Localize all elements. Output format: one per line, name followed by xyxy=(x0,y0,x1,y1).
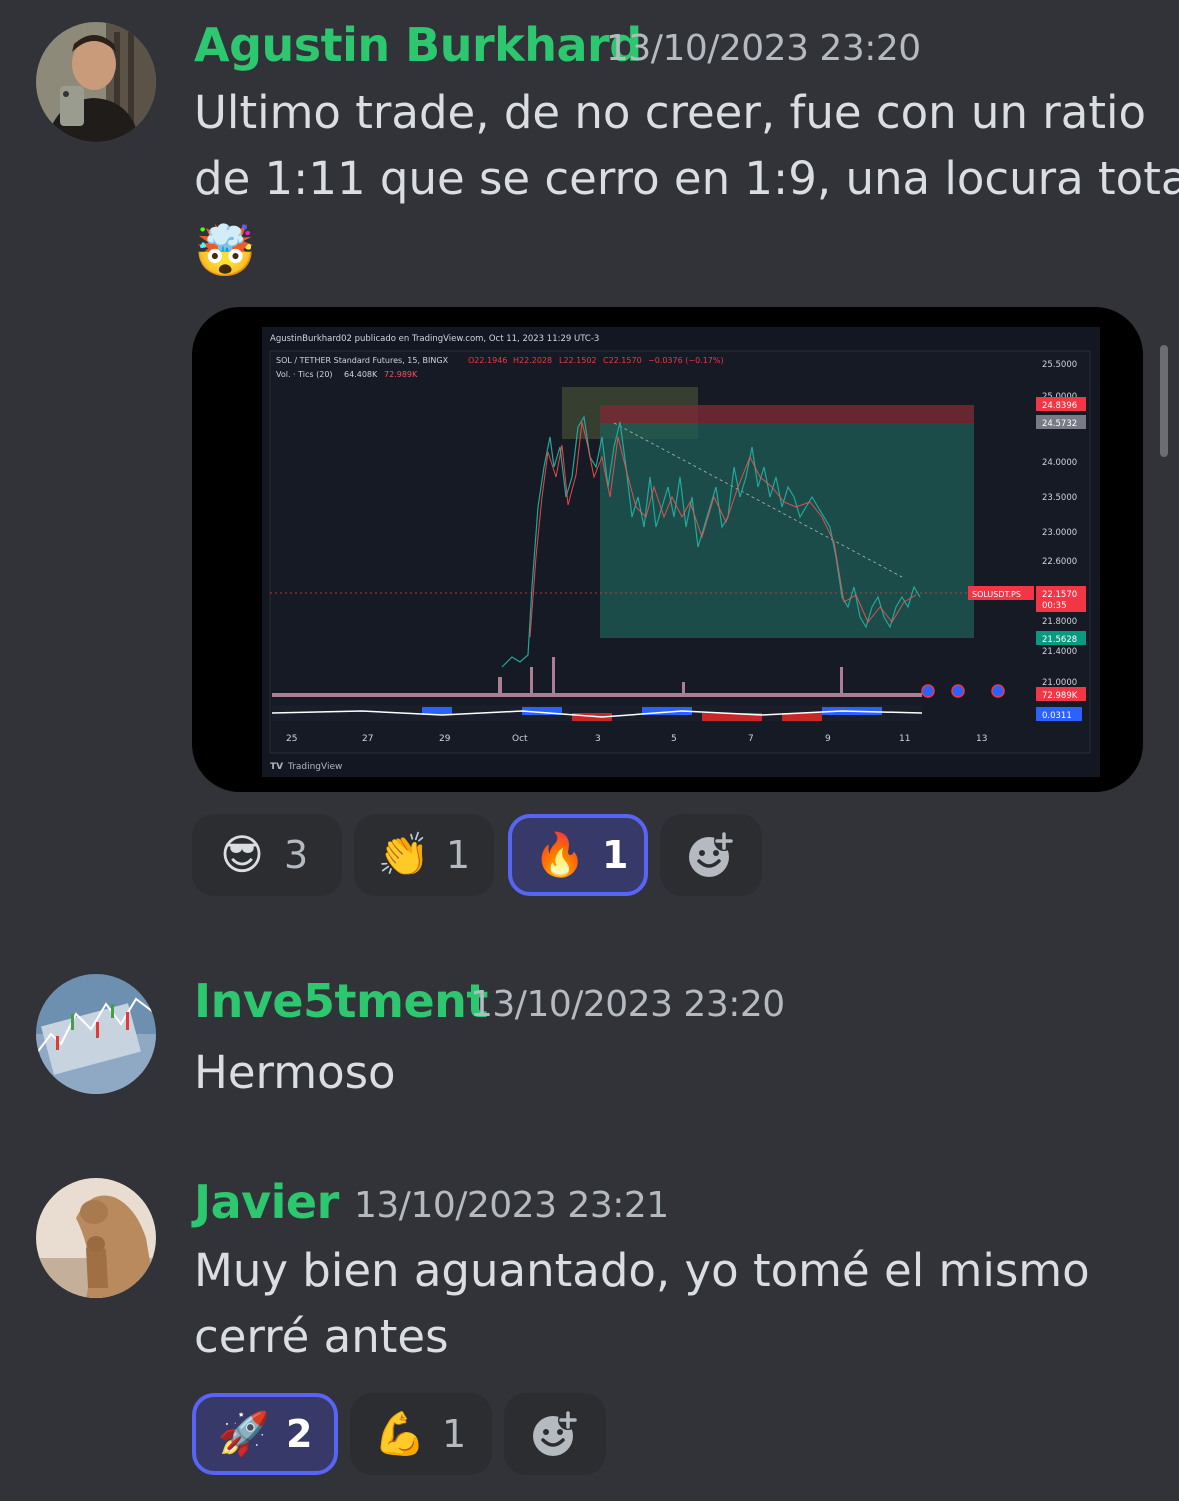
flexed-biceps-emoji: 💪 xyxy=(373,1409,427,1458)
price-tick: 21.0000 xyxy=(1042,678,1077,688)
add-reaction-button[interactable] xyxy=(660,814,762,896)
reaction-fire[interactable]: 🔥 1 xyxy=(508,814,648,896)
indicator-tag: 0.0311 xyxy=(1042,711,1072,721)
timestamp: 13/10/2023 23:20 xyxy=(470,984,785,1025)
ohlc-high: H22.2028 xyxy=(513,356,552,365)
date-tick: 5 xyxy=(671,734,677,744)
message-line: cerré antes xyxy=(194,1310,449,1363)
reaction-count: 2 xyxy=(286,1412,313,1456)
price-tick: 24.0000 xyxy=(1042,458,1077,468)
ohlc-open: O22.1946 xyxy=(468,356,507,365)
author-name[interactable]: Agustin Burkhard xyxy=(194,18,642,72)
date-tick: 25 xyxy=(286,734,297,744)
date-tick: 13 xyxy=(976,734,987,744)
price-tick: 25.5000 xyxy=(1042,360,1077,370)
volume-value-2: 72.989K xyxy=(384,370,418,379)
message-line: Muy bien aguantado, yo tomé el mismo xyxy=(194,1244,1090,1297)
target-price-tag: 21.5628 xyxy=(1042,635,1077,645)
avatar-agustin[interactable] xyxy=(36,22,156,142)
price-tick: 21.4000 xyxy=(1042,647,1077,657)
message-line: Ultimo trade, de no creer, fue con un ra… xyxy=(194,86,1147,139)
chart-header: AgustinBurkhard02 publicado en TradingVi… xyxy=(270,334,599,344)
date-tick: 11 xyxy=(899,734,910,744)
clapping-hands-emoji: 👏 xyxy=(377,830,431,879)
reaction-count: 3 xyxy=(284,833,309,877)
price-tick: 22.6000 xyxy=(1042,557,1077,567)
symbol-tag: SOLUSDT.PS xyxy=(972,590,1021,599)
last-price-tag: 22.1570 xyxy=(1042,590,1077,600)
avatar-inve5tment[interactable] xyxy=(36,974,156,1094)
sunglasses-emoji: 😎 xyxy=(220,830,264,879)
add-reaction-icon xyxy=(533,1410,578,1456)
reaction-count: 1 xyxy=(446,833,471,877)
reaction-sunglasses[interactable]: 😎 3 xyxy=(192,814,342,896)
date-tick: 3 xyxy=(595,734,601,744)
message-line: Hermoso xyxy=(194,1046,396,1099)
date-tick: 27 xyxy=(362,734,373,744)
add-reaction-button[interactable] xyxy=(504,1393,606,1475)
volume-tag: 72.989K xyxy=(1042,691,1078,701)
reaction-rocket[interactable]: 🚀 2 xyxy=(192,1393,338,1475)
date-tick: Oct xyxy=(512,734,528,744)
date-tick: 29 xyxy=(439,734,451,744)
scrollbar[interactable] xyxy=(1160,345,1168,457)
symbol-line: SOL / TETHER Standard Futures, 15, BINGX xyxy=(276,356,449,365)
volume-line: Vol. · Tics (20) xyxy=(276,370,333,379)
tradingview-chart: AgustinBurkhard02 publicado en TradingVi… xyxy=(262,327,1100,777)
timestamp: 13/10/2023 23:20 xyxy=(606,28,921,69)
author-name[interactable]: Inve5tment xyxy=(194,974,488,1028)
reaction-count: 1 xyxy=(602,833,629,877)
price-tick: 21.8000 xyxy=(1042,617,1077,627)
price-tick: 23.0000 xyxy=(1042,528,1077,538)
author-name[interactable]: Javier xyxy=(194,1175,339,1229)
avatar-javier[interactable] xyxy=(36,1178,156,1298)
tradingview-logo-icon: TV xyxy=(270,762,283,772)
date-tick: 7 xyxy=(748,734,754,744)
fire-emoji: 🔥 xyxy=(533,830,587,879)
countdown-tag: 00:35 xyxy=(1042,601,1067,611)
date-tick: 9 xyxy=(825,734,831,744)
reaction-clap[interactable]: 👏 1 xyxy=(354,814,494,896)
volume-value: 64.408K xyxy=(344,370,378,379)
message-line: de 1:11 que se cerro en 1:9, una locura … xyxy=(194,152,1179,205)
entry-price-tag: 24.5732 xyxy=(1042,419,1077,429)
rocket-emoji: 🚀 xyxy=(217,1409,271,1458)
ohlc-change: −0.0376 (−0.17%) xyxy=(648,356,724,365)
add-reaction-icon xyxy=(689,831,734,877)
price-tick: 23.5000 xyxy=(1042,493,1077,503)
reaction-flexed-biceps[interactable]: 💪 1 xyxy=(350,1393,492,1475)
stop-price-tag: 24.8396 xyxy=(1042,401,1077,411)
brand-label: TradingView xyxy=(287,762,342,772)
reaction-count: 1 xyxy=(442,1412,467,1456)
ohlc-close: C22.1570 xyxy=(603,356,642,365)
ohlc-low: L22.1502 xyxy=(559,356,597,365)
image-attachment[interactable]: AgustinBurkhard02 publicado en TradingVi… xyxy=(192,307,1143,792)
exploding-head-emoji: 🤯 xyxy=(194,222,257,280)
timestamp: 13/10/2023 23:21 xyxy=(354,1185,669,1226)
